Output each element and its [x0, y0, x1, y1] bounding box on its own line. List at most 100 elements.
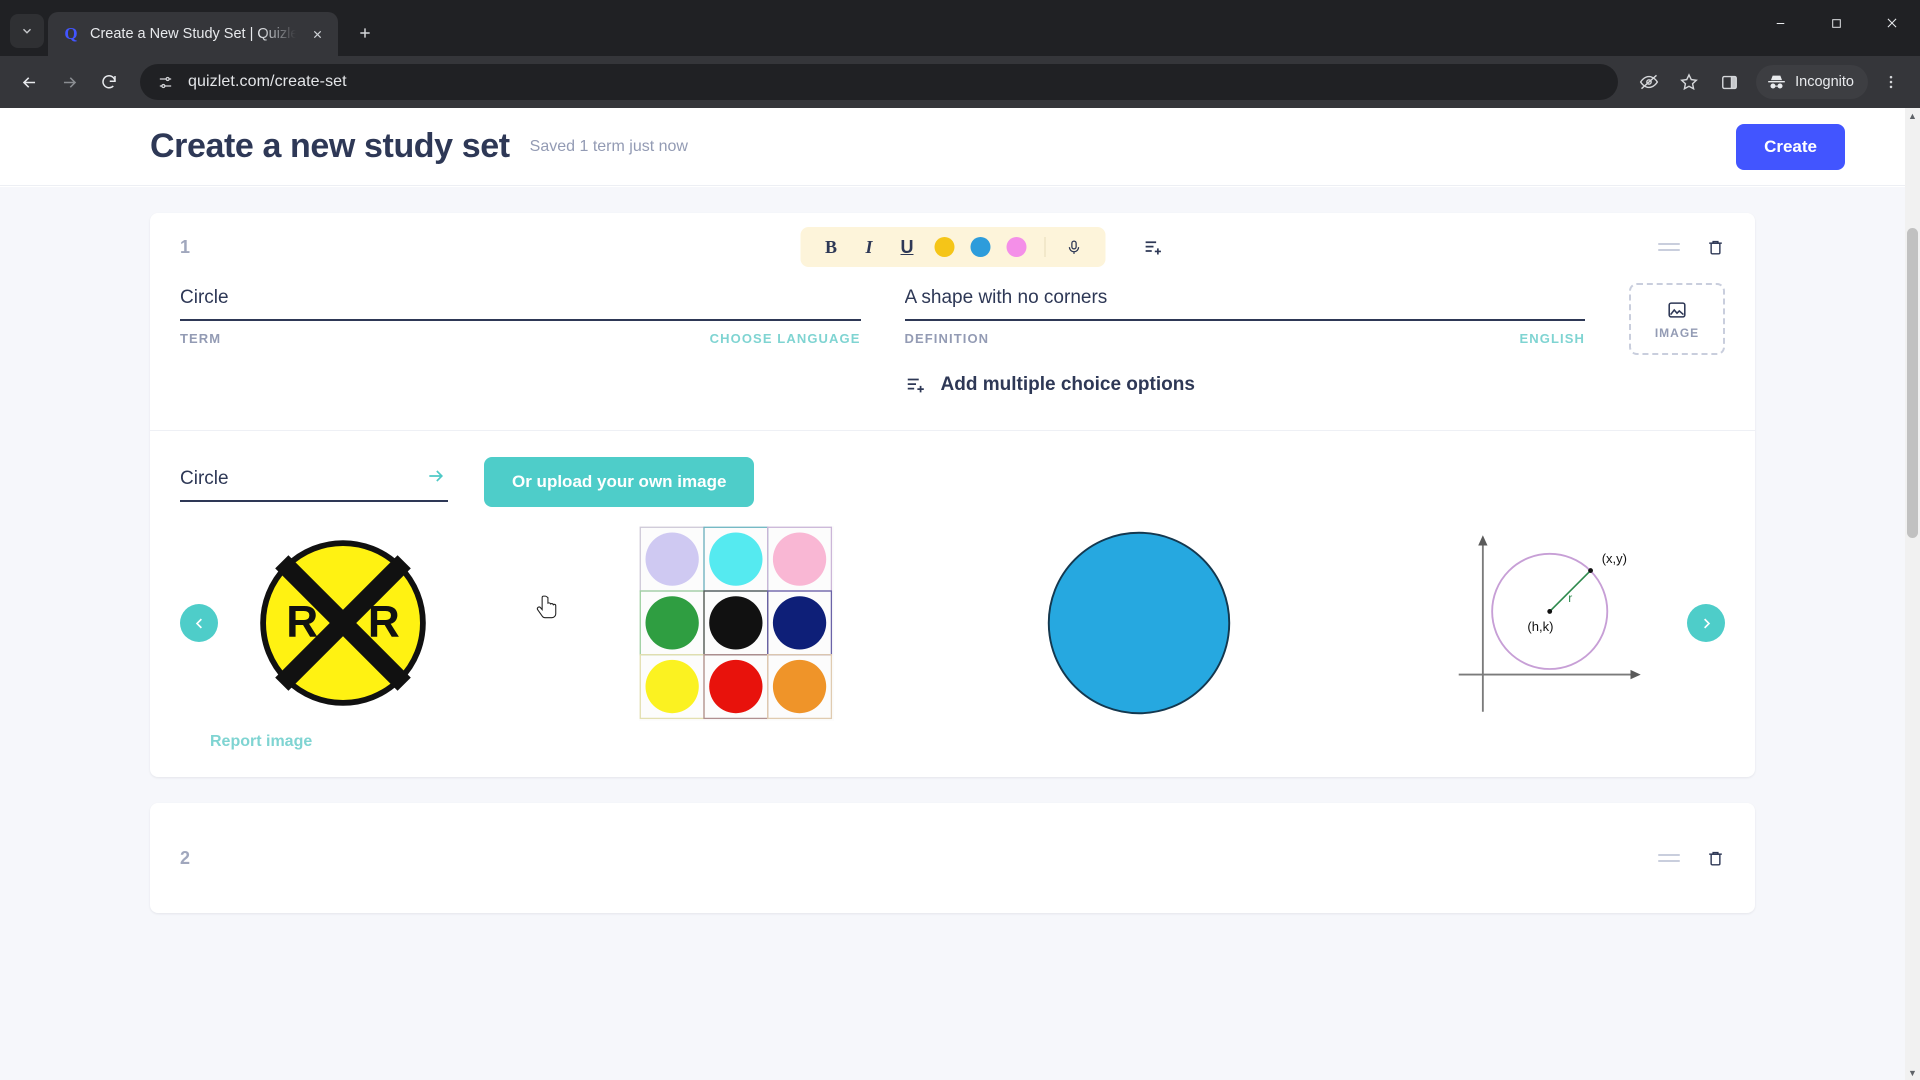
minimize-button[interactable]	[1752, 0, 1808, 46]
image-search-input[interactable]	[180, 462, 448, 502]
scroll-down-arrow[interactable]: ▼	[1905, 1065, 1920, 1080]
tab-search-button[interactable]	[10, 14, 44, 48]
railroad-crossing-sign-image: R R	[260, 540, 426, 706]
image-search-wrapper	[180, 462, 448, 502]
quizlet-page: Create a new study set Saved 1 term just…	[0, 108, 1905, 1080]
arrow-forward-icon	[63, 76, 76, 88]
card-controls	[1658, 849, 1725, 868]
image-box-label: IMAGE	[1654, 325, 1700, 340]
page-viewport: Create a new study set Saved 1 term just…	[0, 108, 1920, 1080]
address-bar[interactable]: quizlet.com/create-set	[140, 64, 1619, 100]
svg-text:R: R	[368, 598, 400, 647]
incognito-indicator[interactable]: Incognito	[1756, 65, 1868, 99]
term-column: TERM CHOOSE LANGUAGE	[180, 281, 861, 396]
scroll-up-arrow[interactable]: ▲	[1905, 108, 1920, 123]
reload-button[interactable]	[92, 65, 126, 99]
drag-handle-icon[interactable]	[1658, 243, 1680, 251]
arrow-right-icon	[429, 470, 444, 482]
create-button[interactable]: Create	[1736, 123, 1845, 170]
window-close-button[interactable]	[1864, 0, 1920, 46]
image-result-color-circles-grid[interactable]	[631, 523, 841, 723]
incognito-label: Incognito	[1795, 74, 1854, 90]
bookmark-button[interactable]	[1672, 65, 1706, 99]
highlight-yellow-swatch[interactable]	[934, 237, 954, 257]
window-close-icon	[1887, 18, 1897, 28]
carousel-next-button[interactable]	[1687, 604, 1725, 642]
incognito-hat-icon	[1768, 75, 1785, 89]
term-card-2: 2	[150, 803, 1755, 913]
term-meta: TERM CHOOSE LANGUAGE	[180, 331, 861, 346]
kebab-menu-icon	[1889, 75, 1893, 89]
chevron-down-icon	[23, 28, 31, 34]
term-input[interactable]	[180, 281, 861, 321]
tracking-protection-button[interactable]	[1632, 65, 1666, 99]
carousel-prev-button[interactable]	[180, 604, 218, 642]
blue-circle-image	[1047, 531, 1231, 715]
page-scrollbar[interactable]: ▲ ▼	[1905, 108, 1920, 1080]
definition-label: DEFINITION	[904, 331, 990, 346]
italic-button[interactable]: I	[852, 230, 886, 264]
format-toolbar: B I U	[800, 227, 1105, 267]
image-search-section: Or upload your own image R	[150, 431, 1755, 777]
upload-image-button[interactable]: Or upload your own image	[484, 457, 755, 507]
add-list-button[interactable]	[1143, 237, 1164, 258]
cards-area: 1 B I U Circle TERM CHOOSE LANGUAGE A sh…	[0, 187, 1905, 1080]
side-panel-button[interactable]	[1712, 65, 1746, 99]
choose-language-definition-button[interactable]: ENGLISH	[1520, 331, 1585, 346]
side-panel-icon	[1721, 75, 1737, 89]
image-search-submit-button[interactable]	[426, 466, 446, 492]
new-tab-button[interactable]	[348, 16, 382, 50]
highlight-blue-swatch[interactable]	[970, 237, 990, 257]
delete-card-button[interactable]	[1706, 238, 1725, 257]
reload-icon	[102, 75, 116, 89]
site-settings-icon[interactable]	[154, 65, 176, 99]
eye-off-icon	[1639, 74, 1659, 90]
trash-icon	[1709, 851, 1722, 866]
back-button[interactable]	[12, 65, 46, 99]
microphone-button[interactable]	[1057, 230, 1091, 264]
maximize-icon	[1831, 18, 1841, 28]
definition-meta: DEFINITION ENGLISH	[905, 331, 1586, 346]
tab-strip: Q Create a New Study Set | Quizle	[0, 0, 1920, 56]
plus-icon	[360, 28, 370, 38]
add-list-icon	[1145, 240, 1161, 254]
chevron-right-icon	[1703, 618, 1710, 628]
quizlet-q-icon: Q	[64, 24, 78, 43]
close-icon[interactable]	[306, 23, 328, 45]
drag-handle-icon[interactable]	[1658, 854, 1680, 862]
definition-column: DEFINITION ENGLISH Add multiple choice o…	[904, 281, 1586, 396]
add-multiple-choice-label: Add multiple choice options	[940, 374, 1195, 395]
card-header: 2	[150, 803, 1755, 913]
browser-tab[interactable]: Q Create a New Study Set | Quizle	[48, 12, 338, 56]
browser-menu-button[interactable]	[1874, 65, 1908, 99]
image-result-circle-equation-diagram[interactable]: (x,y) (h,k) r	[1437, 523, 1667, 723]
maximize-button[interactable]	[1808, 0, 1864, 46]
choose-language-term-button[interactable]: CHOOSE LANGUAGE	[710, 331, 861, 346]
report-image-link[interactable]: Report image	[210, 733, 1725, 751]
delete-card-button[interactable]	[1706, 849, 1725, 868]
svg-text:R: R	[286, 598, 318, 647]
add-multiple-choice-button[interactable]: Add multiple choice options	[905, 374, 1586, 396]
browser-window: Q Create a New Study Set | Quizle quizle…	[0, 0, 1920, 1080]
card-controls	[1658, 238, 1725, 257]
scrollbar-thumb[interactable]	[1907, 228, 1918, 538]
chevron-left-icon	[195, 618, 202, 628]
page-title: Create a new study set	[150, 127, 510, 165]
minimize-icon	[1776, 22, 1784, 24]
star-icon	[1680, 73, 1699, 91]
image-result-blue-circle[interactable]	[1024, 523, 1254, 723]
bold-button[interactable]: B	[814, 230, 848, 264]
definition-input[interactable]	[904, 281, 1585, 321]
forward-button[interactable]	[52, 65, 86, 99]
image-results-carousel: R R (x,y) (h,k) r	[180, 523, 1725, 723]
color-circles-grid-image	[638, 525, 834, 721]
underline-button[interactable]: U	[890, 230, 924, 264]
microphone-icon	[1068, 239, 1080, 254]
card-header: 1 B I U	[150, 213, 1755, 281]
card-number: 1	[180, 236, 191, 257]
highlight-pink-swatch[interactable]	[1006, 237, 1026, 257]
image-result-railroad-crossing-sign[interactable]: R R	[238, 523, 448, 723]
image-upload-box[interactable]: IMAGE	[1629, 283, 1725, 355]
arrow-back-icon	[22, 76, 35, 88]
svg-text:(x,y): (x,y)	[1601, 551, 1626, 566]
